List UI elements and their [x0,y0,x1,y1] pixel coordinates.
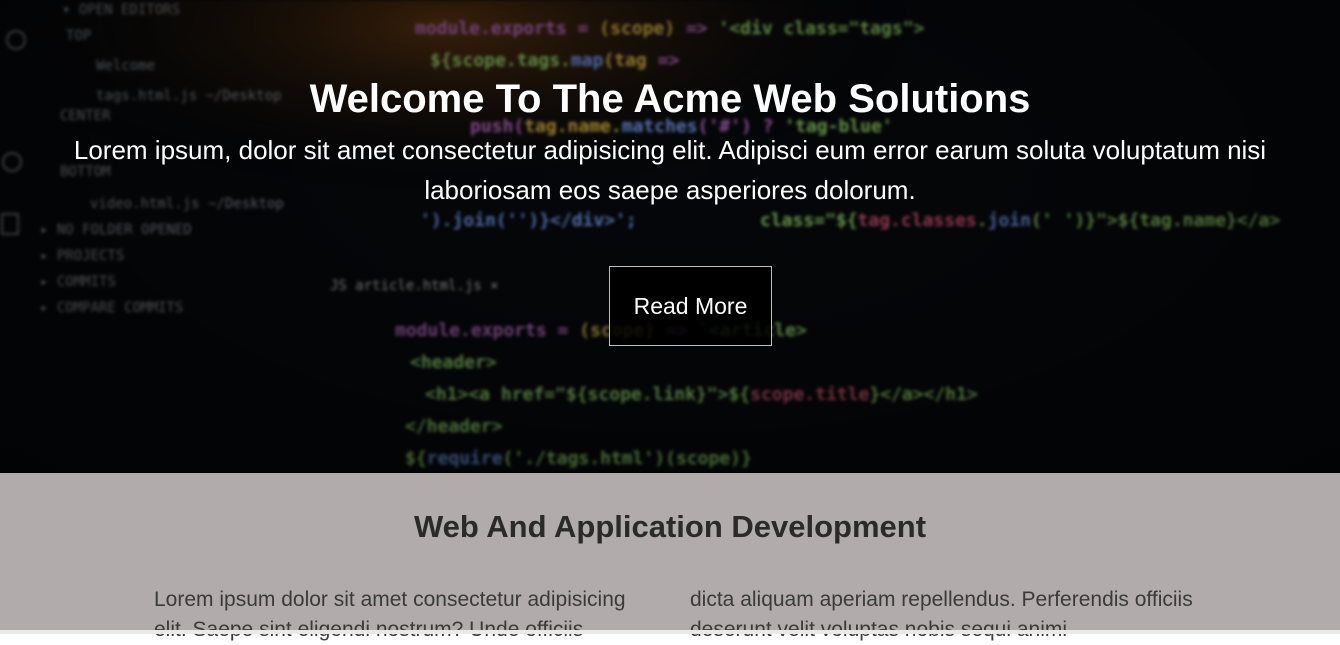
horizontal-scrollbar[interactable] [0,630,1340,634]
section-text-right: dicta aliquam aperiam repellendus. Perfe… [690,588,1193,641]
read-more-button[interactable]: Read More [609,266,772,346]
hero-title: Welcome To The Acme Web Solutions [309,77,1031,121]
services-section: Web And Application Development Lorem ip… [0,473,1340,641]
hero-description: Lorem ipsum, dolor sit amet consectetur … [73,135,1267,205]
section-title: Web And Application Development [413,509,927,544]
section-text-left: Lorem ipsum dolor sit amet consectetur a… [154,588,626,641]
hero-banner: ▾ OPEN EDITORS TOP Welcome tags.html.js … [0,0,1340,473]
hero-overlay [0,0,1340,473]
